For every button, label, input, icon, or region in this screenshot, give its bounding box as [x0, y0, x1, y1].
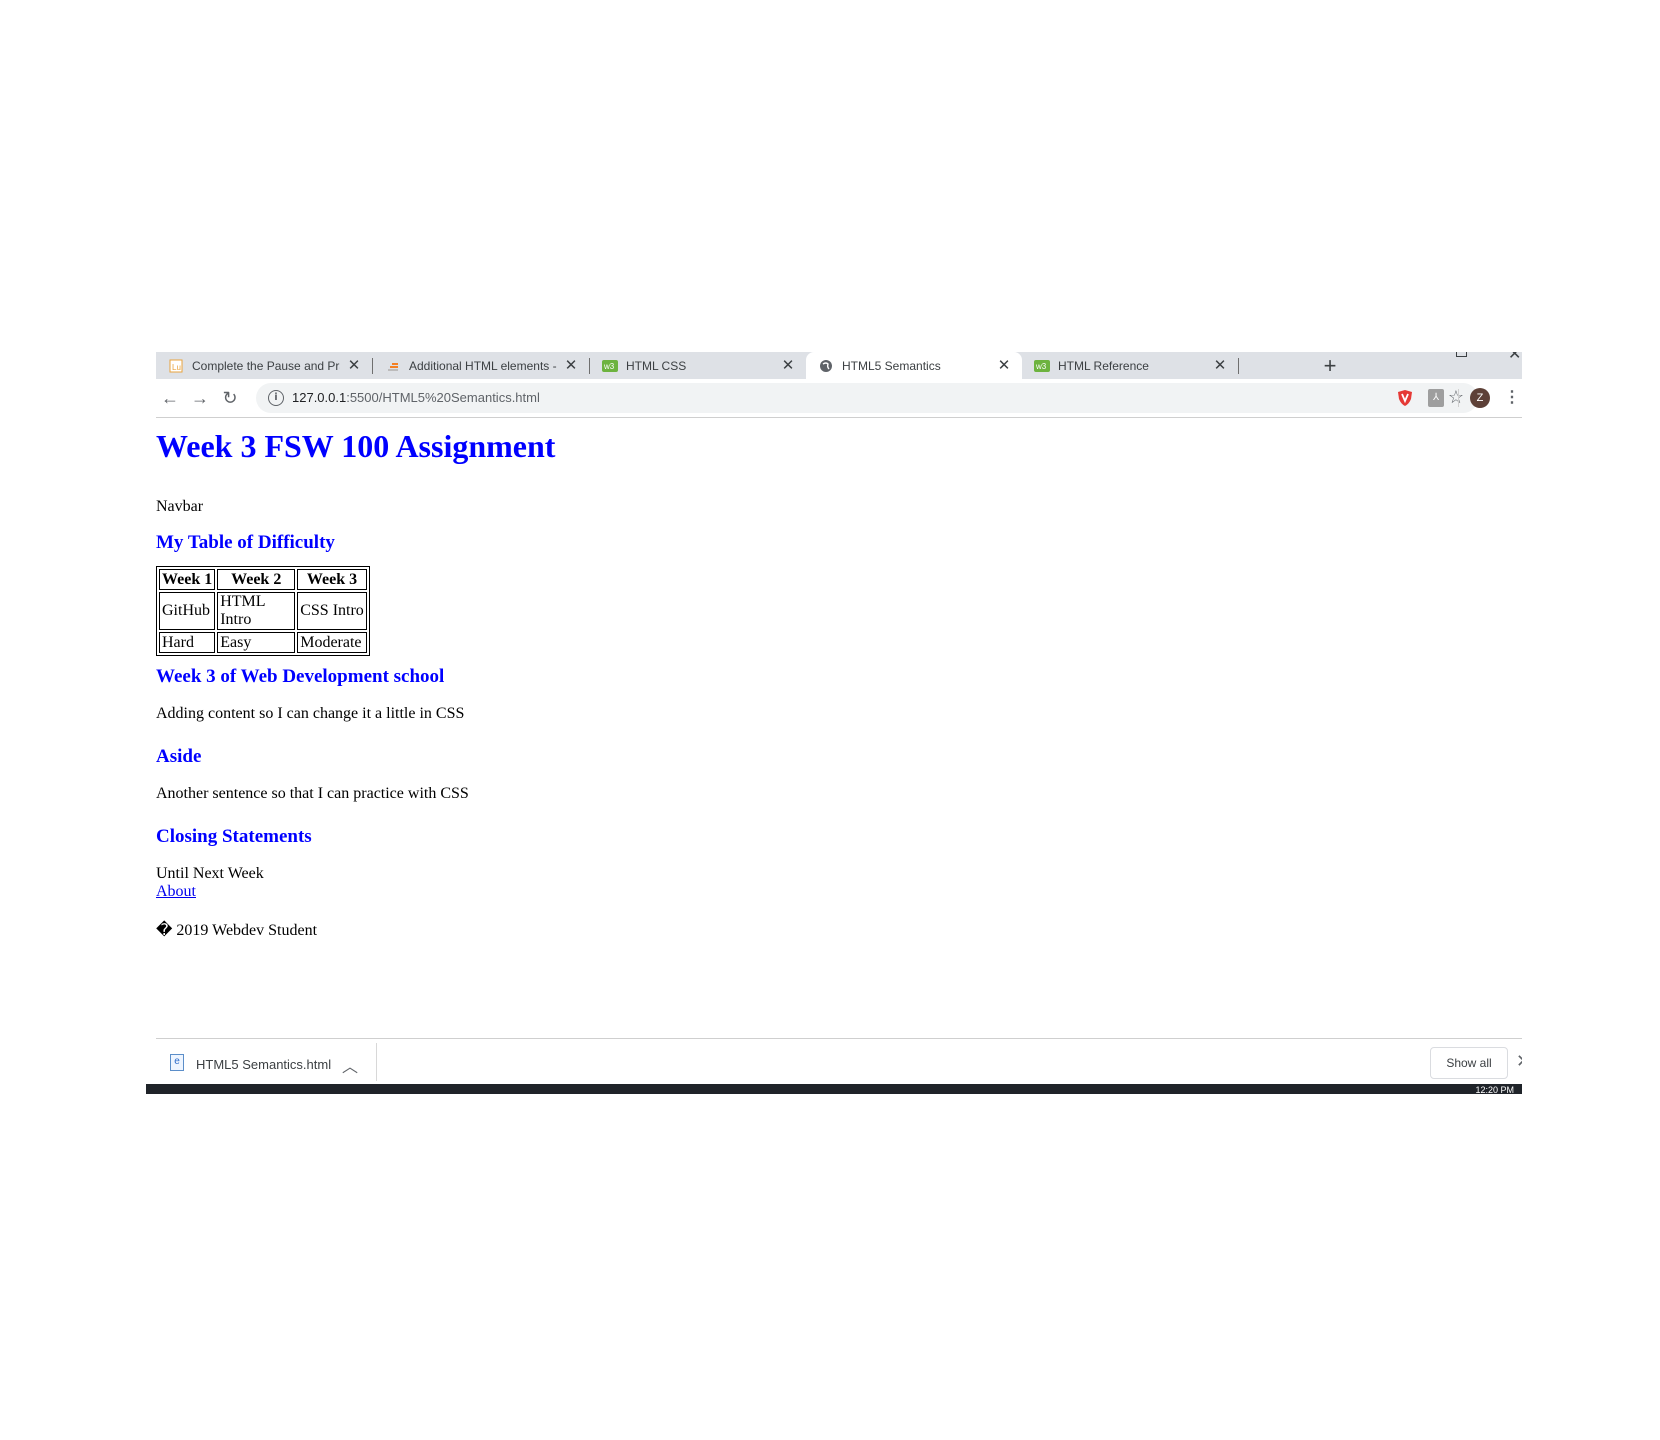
table-cell: Moderate	[297, 632, 367, 653]
table-header-row: Week 1 Week 2 Week 3	[159, 569, 367, 590]
os-taskbar: 12:20 PM	[146, 1084, 1522, 1094]
navbar-text: Navbar	[156, 498, 204, 515]
tab-separator	[1238, 358, 1239, 374]
difficulty-table: Week 1 Week 2 Week 3 GitHub HTML Intro C…	[156, 566, 370, 656]
download-separator	[376, 1043, 377, 1081]
globe-icon	[818, 358, 834, 374]
table-cell: Hard	[159, 632, 216, 653]
show-all-button[interactable]: Show all	[1430, 1047, 1508, 1079]
tab-strip: Lu Complete the Pause and Practi ✕ Addit…	[156, 352, 1522, 380]
tab-title: Complete the Pause and Practi	[192, 358, 340, 373]
close-icon[interactable]: ✕	[996, 358, 1012, 374]
forward-arrow-icon[interactable]: →	[190, 388, 210, 408]
close-icon[interactable]: ✕	[780, 357, 796, 374]
url-path: :5500/HTML5%20Semantics.html	[346, 390, 540, 405]
close-icon[interactable]: ✕	[1516, 1051, 1522, 1072]
bookmark-star-icon[interactable]: ☆	[1448, 387, 1464, 408]
tab-complete-pause[interactable]: Lu Complete the Pause and Practi ✕	[156, 352, 372, 379]
close-icon[interactable]: ✕	[346, 357, 362, 374]
aside-text: Another sentence so that I can practice …	[156, 785, 469, 802]
html-file-icon[interactable]: e	[170, 1054, 184, 1071]
stackoverflow-favicon	[385, 358, 401, 374]
back-arrow-icon[interactable]: ←	[160, 388, 180, 408]
chevron-up-icon[interactable]: ︿	[342, 1053, 358, 1077]
tab-additional-html[interactable]: Additional HTML elements - Sc ✕	[373, 352, 589, 379]
closing-heading: Closing Statements	[156, 826, 312, 847]
svg-text:w3: w3	[603, 362, 615, 371]
section-text: Adding content so I can change it a litt…	[156, 705, 465, 722]
table-header-cell: Week 2	[217, 569, 296, 590]
page-title: Week 3 FSW 100 Assignment	[156, 428, 556, 464]
url-text[interactable]: 127.0.0.1:5500/HTML5%20Semantics.html	[292, 390, 540, 405]
taskbar-clock: 12:20 PM	[1475, 1085, 1514, 1094]
browser-toolbar: ← → ↻ i 127.0.0.1:5500/HTML5%20Semantics…	[156, 379, 1522, 418]
lms-favicon: Lu	[168, 358, 184, 374]
browser-window: Lu Complete the Pause and Practi ✕ Addit…	[146, 352, 1522, 1094]
table-cell: HTML Intro	[217, 592, 296, 630]
svg-text:w3: w3	[1035, 362, 1047, 371]
table-row: Hard Easy Moderate	[159, 632, 367, 653]
window-close-icon[interactable]: ✕	[1508, 352, 1521, 364]
about-link[interactable]: About	[156, 883, 196, 901]
reload-icon[interactable]: ↻	[220, 388, 240, 408]
page-viewport: Week 3 FSW 100 Assignment Navbar My Tabl…	[156, 418, 1522, 1038]
close-icon[interactable]: ✕	[1212, 357, 1228, 374]
info-icon[interactable]: i	[268, 390, 284, 406]
tab-html-css[interactable]: w3 HTML CSS ✕	[590, 352, 806, 379]
table-cell: CSS Intro	[297, 592, 367, 630]
url-host: 127.0.0.1	[292, 390, 347, 405]
profile-avatar[interactable]: Z	[1470, 388, 1490, 408]
closing-text: Until Next Week	[156, 865, 264, 882]
table-cell: GitHub	[159, 592, 216, 630]
table-header-cell: Week 3	[297, 569, 367, 590]
maximize-icon[interactable]	[1456, 352, 1467, 357]
tab-title: HTML CSS	[626, 358, 687, 373]
section-heading: Week 3 of Web Development school	[156, 666, 445, 687]
tab-title: HTML Reference	[1058, 358, 1149, 373]
toolbar-separator	[1458, 389, 1459, 407]
address-bar[interactable]: i 127.0.0.1:5500/HTML5%20Semantics.html …	[256, 383, 1478, 413]
table-heading: My Table of Difficulty	[156, 532, 335, 553]
svg-text:Lu: Lu	[172, 363, 181, 372]
new-tab-button[interactable]: +	[1320, 355, 1340, 377]
tab-title: HTML5 Semantics	[842, 359, 941, 373]
table-row: GitHub HTML Intro CSS Intro	[159, 592, 367, 630]
aside-heading: Aside	[156, 746, 202, 767]
copyright-text: � 2019 Webdev Student	[156, 922, 318, 939]
tab-title: Additional HTML elements - Sc	[409, 358, 557, 373]
download-file-name[interactable]: HTML5 Semantics.html	[196, 1057, 331, 1072]
close-icon[interactable]: ✕	[563, 357, 579, 374]
download-bar: e HTML5 Semantics.html ︿ Show all ✕	[156, 1038, 1522, 1085]
w3schools-favicon: w3	[1034, 358, 1050, 374]
adblock-shield-icon[interactable]	[1396, 389, 1414, 407]
w3schools-favicon: w3	[602, 358, 618, 374]
kebab-menu-icon[interactable]: ⋮	[1504, 387, 1520, 407]
pdf-extension-icon[interactable]: ⅄	[1428, 389, 1444, 407]
table-header-cell: Week 1	[159, 569, 216, 590]
table-cell: Easy	[217, 632, 296, 653]
tab-html5-semantics[interactable]: HTML5 Semantics ✕	[806, 352, 1022, 380]
tab-html-reference[interactable]: w3 HTML Reference ✕	[1022, 352, 1238, 379]
